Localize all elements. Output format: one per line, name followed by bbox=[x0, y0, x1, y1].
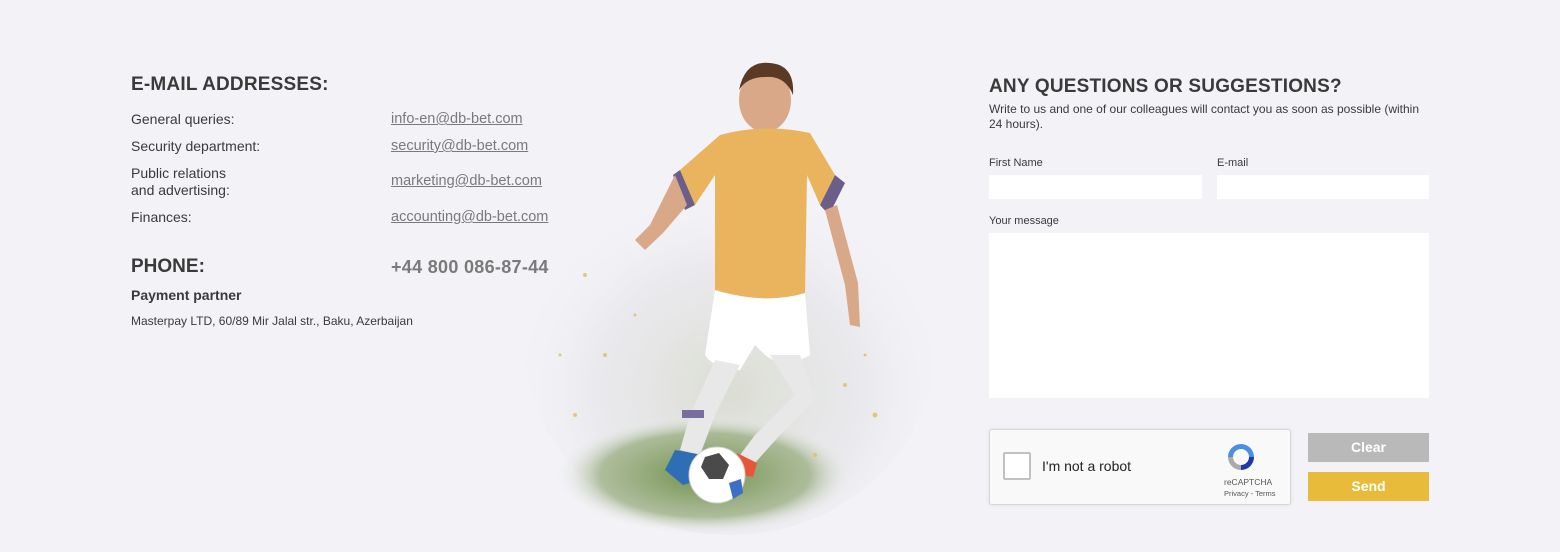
payment-partner-title: Payment partner bbox=[131, 287, 242, 303]
message-textarea[interactable] bbox=[989, 233, 1429, 398]
email-label: E-mail bbox=[1217, 157, 1249, 169]
contact-label: General queries: bbox=[131, 111, 235, 127]
football-player-illustration bbox=[525, 62, 935, 535]
recaptcha-terms-link[interactable]: Privacy - Terms bbox=[1224, 489, 1276, 498]
email-link-security[interactable]: security@db-bet.com bbox=[391, 138, 528, 154]
email-link-general[interactable]: info-en@db-bet.com bbox=[391, 111, 523, 127]
contact-form: ANY QUESTIONS OR SUGGESTIONS? Write to u… bbox=[989, 76, 1429, 505]
contact-label: Security department: bbox=[131, 138, 261, 154]
clear-button[interactable]: Clear bbox=[1308, 433, 1429, 462]
first-name-label: First Name bbox=[989, 157, 1043, 169]
recaptcha-icon bbox=[1228, 444, 1254, 470]
recaptcha-checkbox[interactable] bbox=[1003, 452, 1031, 480]
email-addresses-title: E-MAIL ADDRESSES: bbox=[131, 74, 329, 95]
send-button[interactable]: Send bbox=[1308, 472, 1429, 501]
recaptcha-brand: reCAPTCHA bbox=[1224, 477, 1273, 487]
form-title: ANY QUESTIONS OR SUGGESTIONS? bbox=[989, 76, 1342, 97]
message-label: Your message bbox=[989, 215, 1059, 227]
contacts-section: E-MAIL ADDRESSES: General queries: info-… bbox=[131, 74, 571, 328]
contact-label: Public relations bbox=[131, 165, 226, 181]
email-input[interactable] bbox=[1217, 175, 1429, 199]
payment-partner-address: Masterpay LTD, 60/89 Mir Jalal str., Bak… bbox=[131, 314, 413, 328]
phone-title: PHONE: bbox=[131, 256, 205, 277]
contact-label-line2: and advertising: bbox=[131, 182, 230, 198]
contact-label: Finances: bbox=[131, 209, 192, 225]
form-subtitle: Write to us and one of our colleagues wi… bbox=[989, 102, 1420, 131]
recaptcha-label: I'm not a robot bbox=[1042, 458, 1132, 474]
recaptcha-widget: I'm not a robot reCAPTCHA Privacy - Term… bbox=[989, 429, 1291, 505]
first-name-input[interactable] bbox=[989, 175, 1202, 199]
